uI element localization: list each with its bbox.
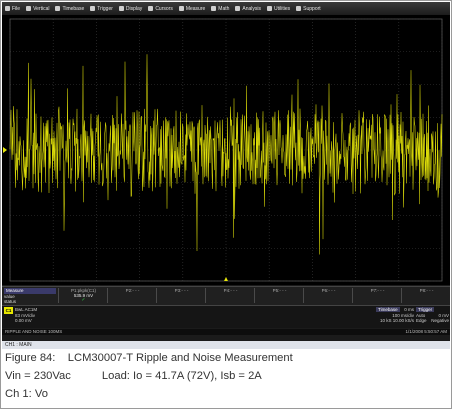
menu-label: Math [218, 5, 230, 12]
measure-param-4[interactable]: P4:- - - [205, 288, 255, 303]
measure-param-1[interactable]: P1:pkpk(C1) 535.9 mV ✓ [58, 288, 108, 303]
timebase-descriptor[interactable]: Timebase 0 ms 100 ms/div 10 kS 10.00 kS/… [376, 307, 414, 324]
support-icon [296, 6, 302, 11]
channel-descriptor[interactable]: BwL AC1M 83 mV/div 0.00 mV [15, 307, 37, 324]
measure-labels: Measure value status [4, 288, 56, 305]
measure-icon [178, 6, 184, 11]
figure-caption: Figure 84: LCM30007-T Ripple and Noise M… [5, 349, 449, 403]
menu-cursors[interactable]: Cursors [145, 2, 176, 15]
caption-line-3: Ch 1: Vo [5, 388, 48, 400]
menu-label: Measure [185, 5, 206, 12]
param-name: P5:- - - [272, 288, 287, 293]
status-bar: RIPPLE AND NOISE 100MS 1/1/2008 5:50:57 … [2, 329, 450, 335]
oscilloscope-display[interactable] [2, 15, 450, 285]
channel-coupling: BwL AC1M [15, 307, 38, 312]
menu-label: Cursors [155, 5, 173, 12]
display-icon [118, 6, 124, 11]
timebase-samples: 10 kS 10.00 kS/s [379, 318, 414, 323]
menu-label: Analysis [242, 5, 262, 12]
trigger-mode: Auto [416, 312, 426, 318]
param-status-icon: ✓ [81, 297, 86, 303]
measure-param-5[interactable]: P5:- - - [254, 288, 304, 303]
trigger-slope: Negative [431, 318, 449, 323]
param-name: P7:- - - [370, 288, 385, 293]
menu-label: Utilities [274, 5, 291, 12]
menu-measure[interactable]: Measure [176, 2, 208, 15]
file-icon [5, 6, 10, 11]
timebase-header: Timebase [376, 307, 400, 312]
cursors-icon [148, 6, 154, 11]
timebase-icon [55, 6, 61, 11]
status-title: RIPPLE AND NOISE 100MS [5, 329, 63, 334]
trigger-position-marker [224, 277, 228, 281]
control-panel: Measure value status P1:pkpk(C1) 535.9 mV… [2, 285, 450, 341]
menu-support[interactable]: Support [293, 2, 324, 15]
param-name: P8:- - - [419, 288, 434, 293]
menu-display[interactable]: Display [116, 2, 145, 15]
measure-row-status-label: status [4, 299, 17, 304]
menu-label: Vertical [33, 5, 50, 12]
menu-label: File [12, 5, 21, 12]
measure-param-6[interactable]: P6:- - - [303, 288, 353, 303]
channel-1-level-marker [3, 147, 7, 153]
status-timestamp: 1/1/2008 5:50:57 AM [405, 329, 447, 334]
channel-offset: 0.00 mV [15, 318, 32, 323]
channel-timebase-row: C1 BwL AC1M 83 mV/div 0.00 mV Timebase 0… [2, 306, 450, 328]
vertical-icon [26, 6, 32, 11]
trigger-type: Edge [416, 318, 427, 323]
document-frame: File Vertical Timebase Trigger Display Cursor… [0, 0, 452, 409]
menu-label: Display [125, 5, 143, 12]
channel-badge[interactable]: C1 [4, 307, 13, 314]
waveform-grid [3, 18, 443, 282]
menu-vertical[interactable]: Vertical [23, 2, 52, 15]
measure-table[interactable]: Measure value status P1:pkpk(C1) 535.9 mV… [2, 286, 450, 306]
caption-line-2: Vin = 230Vac Load: Io = 41.7A (72V), Isb… [5, 370, 262, 382]
measure-param-2[interactable]: P2:- - - [107, 288, 157, 303]
measure-param-3[interactable]: P3:- - - [156, 288, 206, 303]
analysis-icon [235, 6, 241, 11]
param-name: P2:- - - [125, 288, 140, 293]
trigger-header: Trigger [416, 307, 435, 312]
channel-title-bar: CH1 : MAIN [2, 341, 450, 349]
trigger-descriptor[interactable]: Trigger Auto 0 mV Edge Negative [416, 307, 449, 324]
menu-analysis[interactable]: Analysis [232, 2, 264, 15]
utilities-icon [267, 6, 273, 11]
measure-param-8[interactable]: P8:- - - [401, 288, 451, 303]
channel-title: CH1 : MAIN [5, 342, 32, 348]
menu-timebase[interactable]: Timebase [52, 2, 87, 15]
caption-line-1: Figure 84: LCM30007-T Ripple and Noise M… [5, 352, 293, 364]
menu-label: Support [303, 5, 321, 12]
menu-label: Timebase [62, 5, 85, 12]
measure-param-7[interactable]: P7:- - - [352, 288, 402, 303]
trigger-icon [90, 6, 96, 11]
param-name: P6:- - - [321, 288, 336, 293]
menu-math[interactable]: Math [208, 2, 232, 15]
menu-utilities[interactable]: Utilities [264, 2, 293, 15]
param-name: P4:- - - [223, 288, 238, 293]
math-icon [211, 6, 217, 11]
menu-trigger[interactable]: Trigger [87, 2, 116, 15]
timebase-delay: 0 ms [404, 307, 414, 312]
menu-bar: File Vertical Timebase Trigger Display Cursor… [2, 2, 450, 15]
menu-label: Trigger [97, 5, 113, 12]
menu-file[interactable]: File [2, 2, 23, 15]
param-name: P3:- - - [174, 288, 189, 293]
